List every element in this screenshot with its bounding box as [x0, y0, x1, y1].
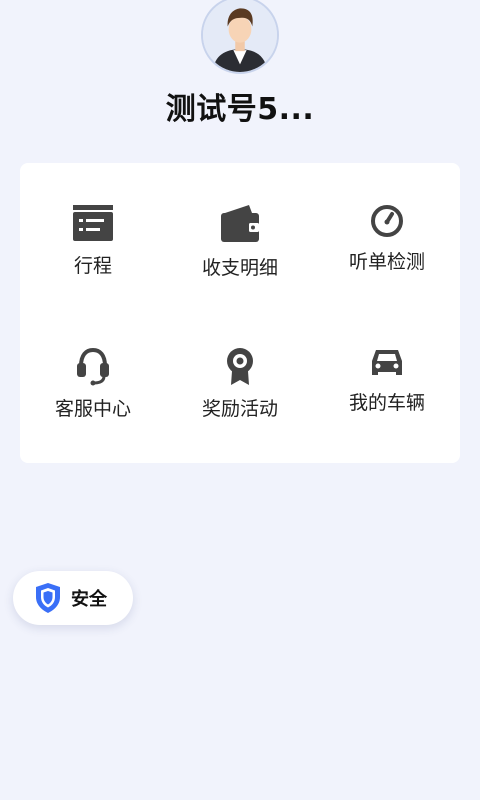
profile-name: 测试号5...	[165, 92, 315, 127]
menu-item-order-check[interactable]: 听单检测	[314, 163, 460, 273]
avatar-person-icon	[203, 0, 277, 72]
award-badge-icon	[218, 346, 262, 386]
menu-item-itinerary[interactable]: 行程	[20, 163, 166, 277]
menu-item-my-vehicle[interactable]: 我的车辆	[314, 306, 460, 416]
menu-item-label: 客服中心	[54, 398, 131, 420]
avatar[interactable]	[201, 0, 279, 74]
menu-item-rewards[interactable]: 奖励活动	[167, 306, 313, 420]
headset-icon	[71, 346, 115, 386]
menu-item-label: 收支明细	[201, 257, 278, 279]
menu-item-label: 行程	[73, 255, 112, 277]
wallet-icon	[218, 203, 262, 245]
menu-item-label: 奖励活动	[201, 398, 278, 420]
car-icon	[365, 346, 409, 380]
menu-card: 行程 收支明细 听单检测 客服中心 奖励活动 我的车辆	[20, 163, 460, 463]
safety-label: 安全	[71, 589, 107, 610]
itinerary-icon	[71, 203, 115, 243]
menu-item-customer-service[interactable]: 客服中心	[20, 306, 166, 420]
menu-item-label: 听单检测	[348, 251, 425, 273]
shield-icon	[34, 582, 62, 614]
menu-item-label: 我的车辆	[348, 392, 425, 414]
menu-item-income-expense[interactable]: 收支明细	[167, 163, 313, 279]
speedometer-icon	[365, 203, 409, 239]
safety-button[interactable]: 安全	[13, 571, 133, 625]
